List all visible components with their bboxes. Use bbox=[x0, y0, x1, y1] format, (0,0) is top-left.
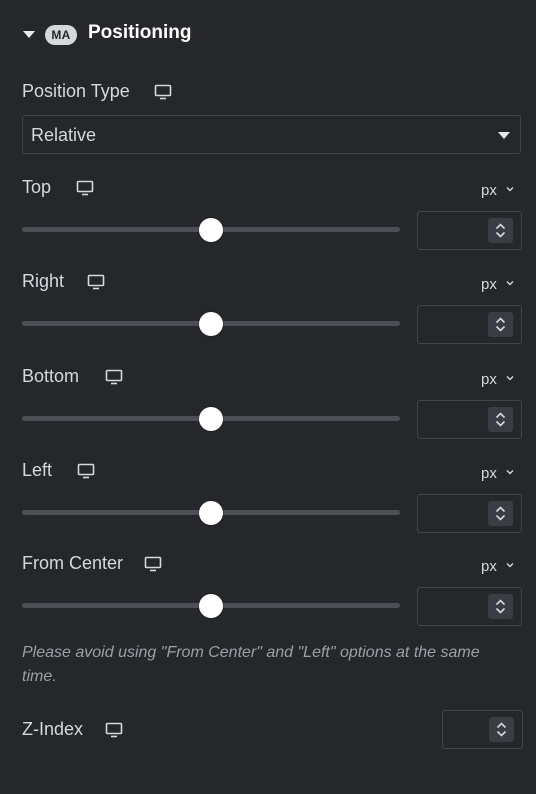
spinner-arrows-icon[interactable] bbox=[489, 717, 514, 742]
dropdown-caret-icon bbox=[498, 132, 510, 139]
unit-label: px bbox=[481, 558, 497, 575]
chevron-down-icon bbox=[505, 275, 515, 286]
positioning-note: Please avoid using "From Center" and "Le… bbox=[22, 644, 480, 685]
right-number-input[interactable] bbox=[417, 305, 522, 344]
spinner-arrows-icon[interactable] bbox=[488, 501, 513, 526]
unit-label: px bbox=[481, 276, 497, 293]
bottom-number-input[interactable] bbox=[417, 400, 522, 439]
desktop-icon[interactable] bbox=[105, 368, 123, 386]
desktop-icon[interactable] bbox=[144, 555, 162, 573]
z-index-label: Z-Index bbox=[22, 719, 84, 739]
right-slider-thumb[interactable] bbox=[199, 312, 223, 336]
z-index-input[interactable] bbox=[442, 710, 523, 749]
left-label: Left bbox=[22, 460, 53, 480]
bottom-slider-thumb[interactable] bbox=[199, 407, 223, 431]
unit-label: px bbox=[481, 465, 497, 482]
unit-label: px bbox=[481, 371, 497, 388]
top-number-input[interactable] bbox=[417, 211, 522, 250]
from-center-unit-select[interactable]: px bbox=[481, 557, 515, 576]
bottom-unit-select[interactable]: px bbox=[481, 370, 515, 389]
top-unit-select[interactable]: px bbox=[481, 181, 515, 200]
caret-down-icon[interactable] bbox=[23, 31, 35, 38]
from-center-label: From Center bbox=[22, 553, 124, 573]
ma-badge: MA bbox=[45, 25, 77, 45]
unit-label: px bbox=[481, 182, 497, 199]
position-type-select[interactable]: Relative bbox=[22, 115, 521, 154]
right-label: Right bbox=[22, 271, 65, 291]
top-slider-thumb[interactable] bbox=[199, 218, 223, 242]
chevron-down-icon bbox=[505, 557, 515, 568]
desktop-icon[interactable] bbox=[87, 273, 105, 291]
spinner-arrows-icon[interactable] bbox=[488, 312, 513, 337]
chevron-down-icon bbox=[505, 464, 515, 475]
right-unit-select[interactable]: px bbox=[481, 275, 515, 294]
from-center-number-input[interactable] bbox=[417, 587, 522, 626]
desktop-icon[interactable] bbox=[105, 721, 123, 739]
spinner-arrows-icon[interactable] bbox=[488, 218, 513, 243]
desktop-icon[interactable] bbox=[77, 462, 95, 480]
position-type-value: Relative bbox=[31, 125, 97, 145]
desktop-icon[interactable] bbox=[76, 179, 94, 197]
desktop-icon[interactable] bbox=[154, 83, 172, 101]
bottom-label: Bottom bbox=[22, 366, 80, 386]
spinner-arrows-icon[interactable] bbox=[488, 594, 513, 619]
from-center-slider-thumb[interactable] bbox=[199, 594, 223, 618]
left-number-input[interactable] bbox=[417, 494, 522, 533]
chevron-down-icon bbox=[505, 181, 515, 192]
chevron-down-icon bbox=[505, 370, 515, 381]
spinner-arrows-icon[interactable] bbox=[488, 407, 513, 432]
left-unit-select[interactable]: px bbox=[481, 464, 515, 483]
section-title[interactable]: Positioning bbox=[88, 22, 191, 44]
position-type-label: Position Type bbox=[22, 81, 130, 101]
left-slider-thumb[interactable] bbox=[199, 501, 223, 525]
top-label: Top bbox=[22, 177, 52, 197]
